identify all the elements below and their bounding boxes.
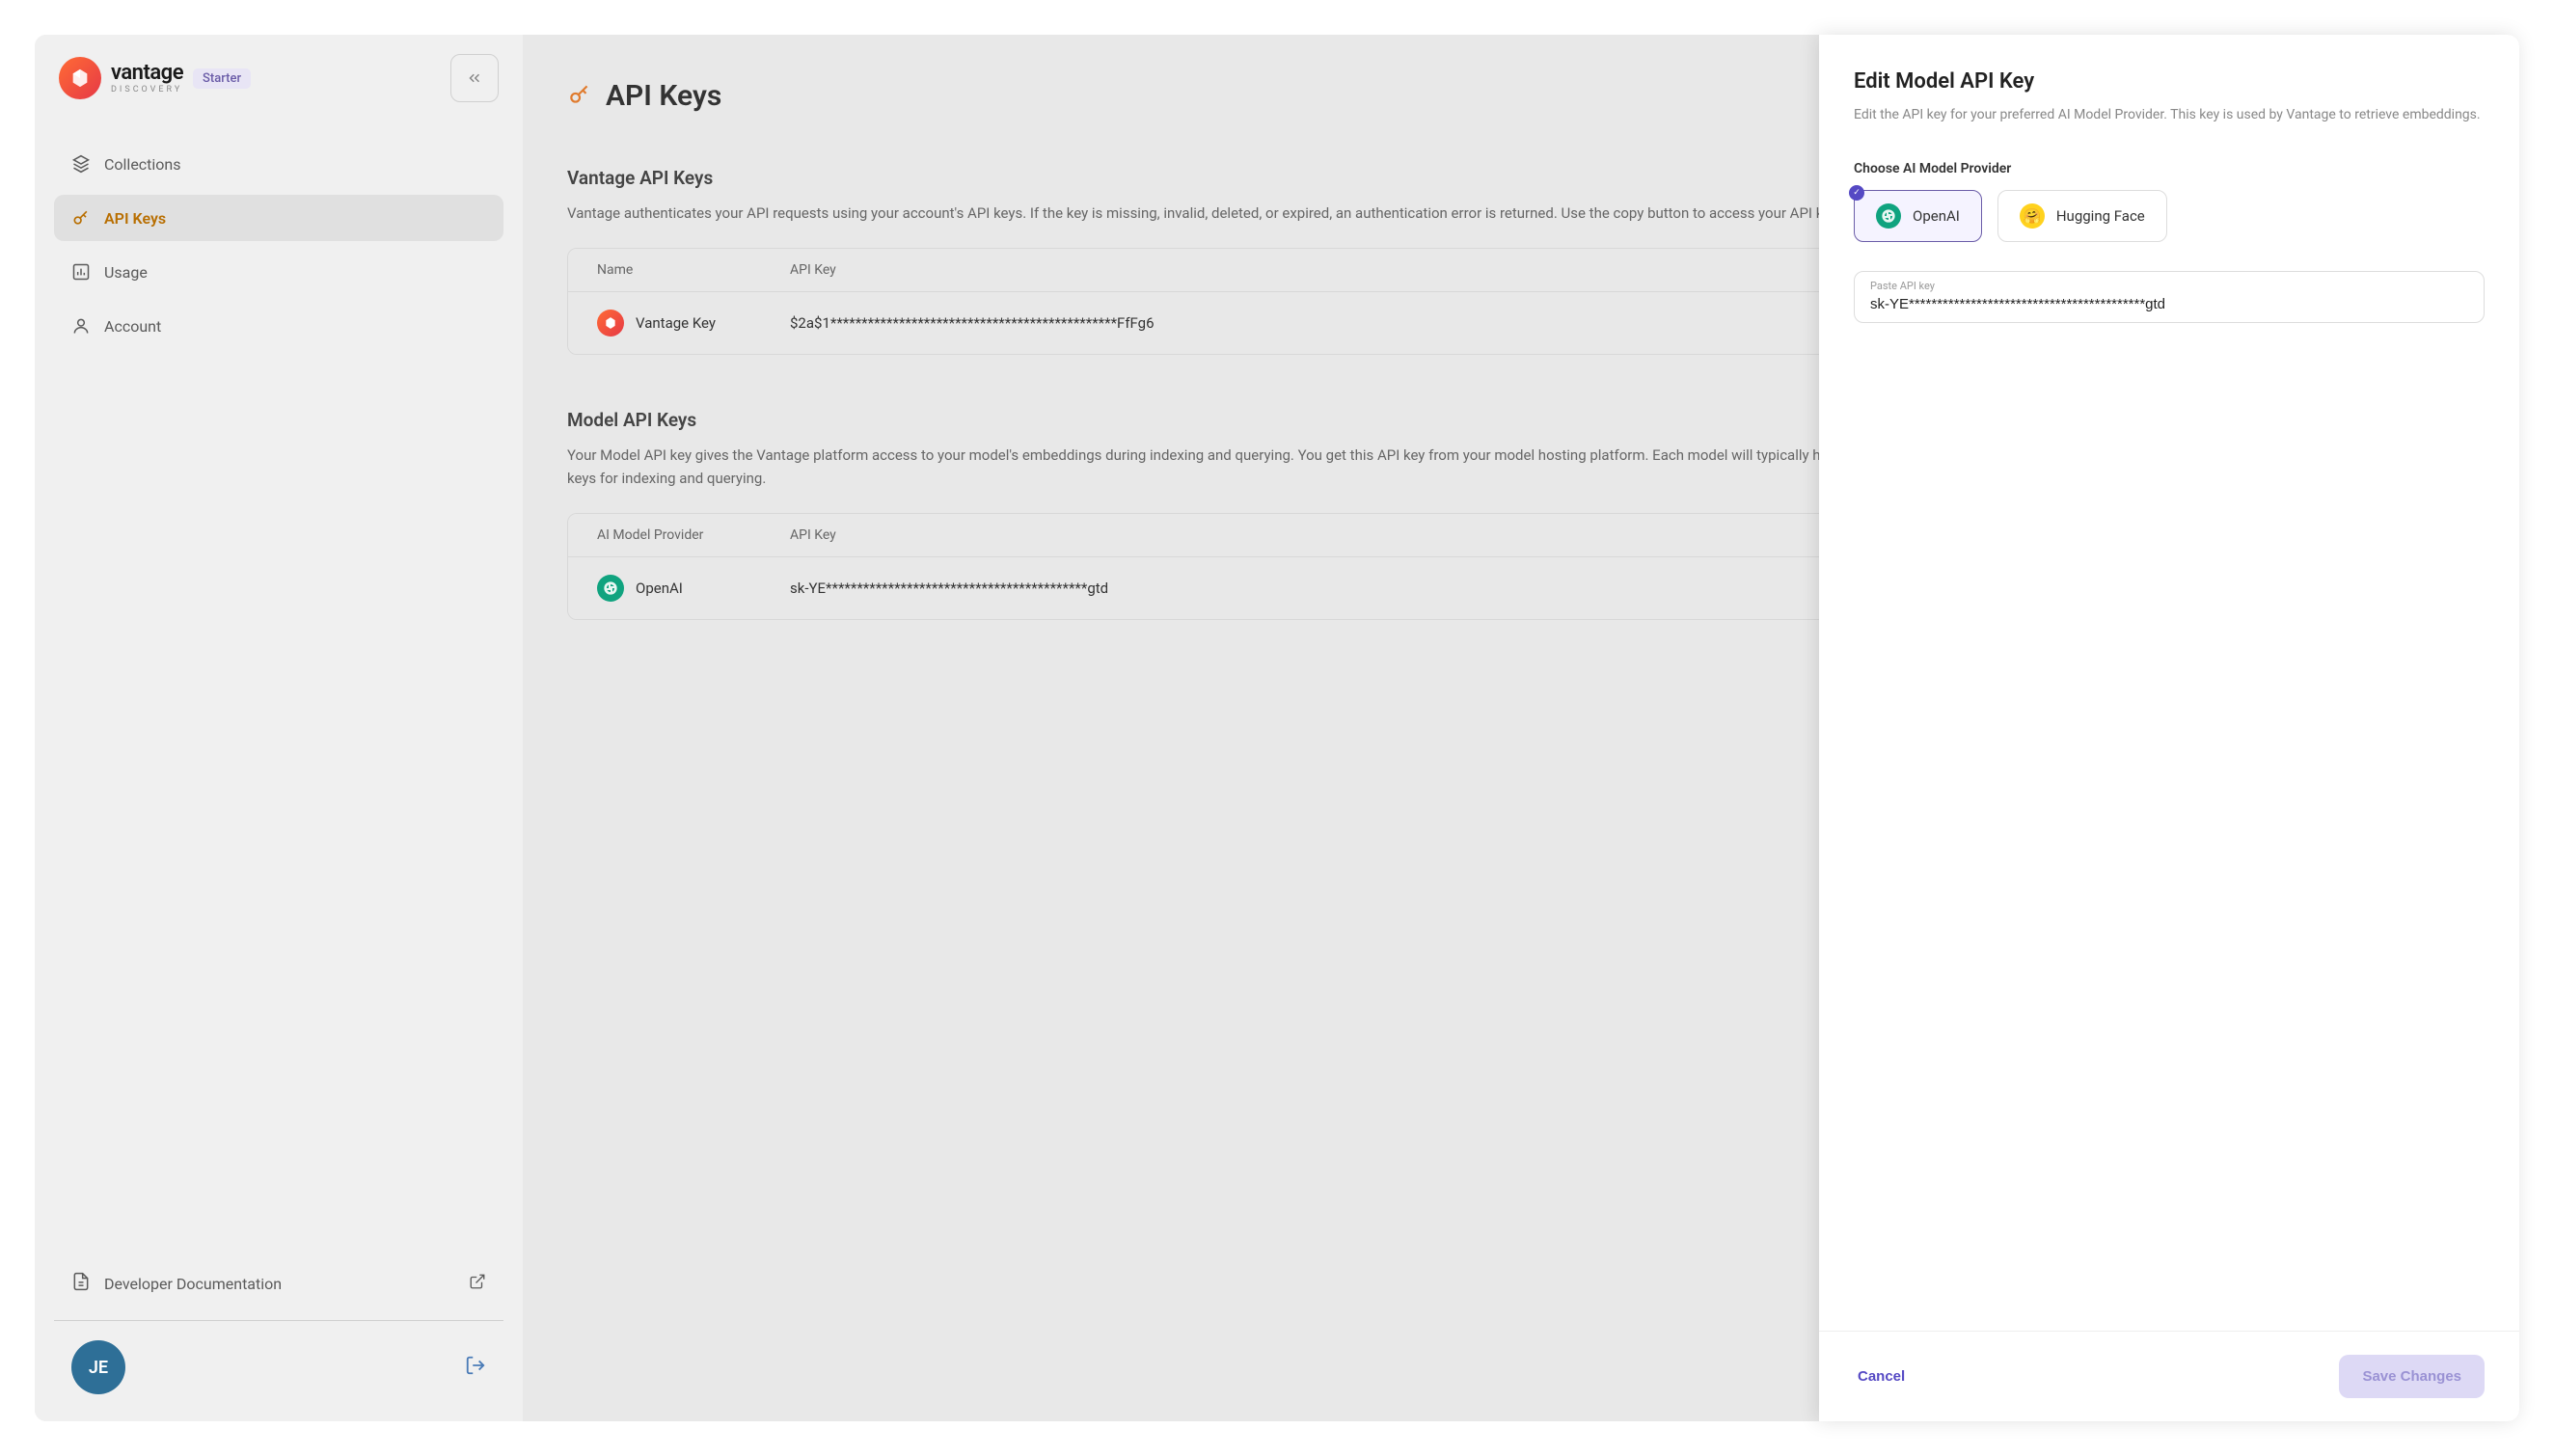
input-label: Paste API key	[1870, 280, 2468, 292]
sidebar-item-usage[interactable]: Usage	[54, 249, 503, 295]
provider-option-openai[interactable]: ✓ OpenAI	[1854, 190, 1982, 242]
sidebar-item-collections[interactable]: Collections	[54, 141, 503, 187]
avatar[interactable]: JE	[71, 1340, 125, 1394]
provider-option-label: Hugging Face	[2056, 207, 2145, 225]
vantage-icon	[597, 310, 624, 337]
provider-options: ✓ OpenAI 🤗 Hugging Face	[1854, 190, 2485, 242]
brand-logo: vantage DISCOVERY Starter	[59, 57, 251, 99]
provider-name: OpenAI	[636, 580, 683, 597]
chevron-double-left-icon	[466, 69, 483, 87]
plan-badge: Starter	[193, 68, 251, 89]
key-name: Vantage Key	[636, 314, 716, 332]
sidebar-item-label: Account	[104, 317, 161, 336]
sidebar-item-label: Collections	[104, 155, 181, 174]
logout-icon	[465, 1355, 486, 1376]
huggingface-icon: 🤗	[2020, 203, 2045, 229]
document-icon	[71, 1272, 91, 1295]
user-row: JE	[54, 1333, 503, 1402]
provider-cell: OpenAI	[597, 575, 790, 602]
openai-icon	[1876, 203, 1901, 229]
column-provider: AI Model Provider	[597, 527, 790, 543]
key-icon	[567, 82, 592, 111]
logo-icon	[59, 57, 101, 99]
api-key-input[interactable]	[1870, 296, 2468, 312]
check-icon: ✓	[1849, 185, 1864, 201]
developer-docs-link[interactable]: Developer Documentation	[54, 1258, 503, 1308]
openai-icon	[597, 575, 624, 602]
nav-list: Collections API Keys Usage	[54, 141, 503, 349]
page-title: API Keys	[606, 79, 721, 113]
doc-link-label: Developer Documentation	[104, 1275, 282, 1293]
collapse-sidebar-button[interactable]	[450, 54, 499, 102]
external-link-icon	[469, 1273, 486, 1294]
provider-label: Choose AI Model Provider	[1854, 161, 2485, 176]
bar-chart-icon	[71, 262, 91, 282]
column-name: Name	[597, 262, 790, 278]
provider-option-label: OpenAI	[1913, 207, 1960, 225]
panel-title: Edit Model API Key	[1854, 69, 2485, 94]
panel-footer: Cancel Save Changes	[1819, 1331, 2519, 1421]
provider-option-huggingface[interactable]: 🤗 Hugging Face	[1997, 190, 2167, 242]
save-button[interactable]: Save Changes	[2339, 1355, 2485, 1398]
sidebar-item-label: API Keys	[104, 209, 166, 228]
sidebar-item-label: Usage	[104, 263, 148, 282]
logout-button[interactable]	[465, 1355, 486, 1380]
brand-subtitle: DISCOVERY	[111, 86, 183, 94]
cancel-button[interactable]: Cancel	[1854, 1359, 1909, 1394]
sidebar-header: vantage DISCOVERY Starter	[54, 54, 503, 102]
layers-icon	[71, 154, 91, 174]
edit-model-key-panel: Edit Model API Key Edit the API key for …	[1819, 35, 2519, 1421]
panel-desc: Edit the API key for your preferred AI M…	[1854, 105, 2485, 126]
brand-name: vantage	[111, 63, 183, 84]
key-icon	[71, 208, 91, 228]
divider	[54, 1320, 503, 1321]
sidebar-item-account[interactable]: Account	[54, 303, 503, 349]
sidebar: vantage DISCOVERY Starter Collections	[35, 35, 523, 1421]
key-name-cell: Vantage Key	[597, 310, 790, 337]
api-key-input-wrapper[interactable]: Paste API key	[1854, 271, 2485, 323]
user-icon	[71, 316, 91, 336]
sidebar-item-api-keys[interactable]: API Keys	[54, 195, 503, 241]
